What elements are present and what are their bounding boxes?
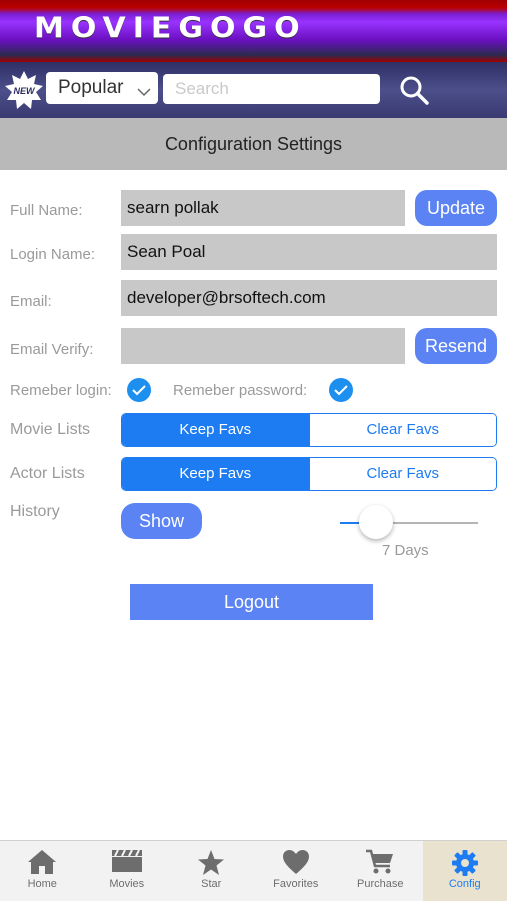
star-icon: [197, 849, 225, 881]
search-icon[interactable]: [398, 74, 430, 106]
category-select[interactable]: Popular: [46, 72, 158, 104]
history-days-value: 7 Days: [382, 542, 429, 559]
actor-lists-segmented: Keep Favs Clear Favs: [121, 457, 497, 491]
clapperboard-icon: [111, 849, 143, 878]
app-header: MOVIEGOGO: [0, 0, 507, 62]
search-input[interactable]: [163, 74, 380, 104]
actor-clear-favs-segment[interactable]: Clear Favs: [309, 458, 497, 490]
email-verify-label: Email Verify:: [10, 341, 93, 358]
remember-password-checkbox[interactable]: [329, 378, 353, 402]
remember-password-label: Remeber password:: [173, 382, 307, 399]
new-badge-icon[interactable]: NEW: [4, 70, 44, 110]
chevron-down-icon: [136, 79, 152, 95]
tab-purchase-label: Purchase: [338, 878, 423, 890]
tab-home[interactable]: Home: [0, 841, 85, 901]
movie-lists-segmented: Keep Favs Clear Favs: [121, 413, 497, 447]
logout-button[interactable]: Logout: [130, 584, 373, 620]
tab-favorites[interactable]: Favorites: [254, 841, 339, 901]
home-icon: [27, 849, 57, 880]
tab-star[interactable]: Star: [169, 841, 254, 901]
resend-button[interactable]: Resend: [415, 328, 497, 364]
tab-purchase[interactable]: Purchase: [338, 841, 423, 901]
app-logo: MOVIEGOGO: [34, 13, 307, 45]
login-name-field[interactable]: Sean Poal: [121, 234, 497, 270]
remember-login-checkbox[interactable]: [127, 378, 151, 402]
email-label: Email:: [10, 293, 52, 310]
actor-lists-label: Actor Lists: [10, 465, 85, 483]
tab-home-label: Home: [0, 878, 85, 890]
show-history-button[interactable]: Show: [121, 503, 202, 539]
heart-icon: [282, 849, 310, 880]
history-slider-thumb[interactable]: [359, 505, 393, 539]
update-button[interactable]: Update: [415, 190, 497, 226]
email-verify-field[interactable]: [121, 328, 405, 364]
tab-favorites-label: Favorites: [254, 878, 339, 890]
tab-bar: Home Movies Star Favorites: [0, 840, 507, 901]
actor-keep-favs-segment[interactable]: Keep Favs: [122, 458, 309, 490]
tab-config-label: Config: [423, 878, 507, 890]
movie-clear-favs-segment[interactable]: Clear Favs: [309, 414, 497, 446]
login-name-label: Login Name:: [10, 246, 95, 263]
tab-star-label: Star: [169, 878, 254, 890]
full-name-field[interactable]: searn pollak: [121, 190, 405, 226]
checkmark-icon: [334, 384, 348, 396]
svg-text:NEW: NEW: [14, 86, 37, 96]
remember-login-label: Remeber login:: [10, 382, 112, 399]
tab-config[interactable]: Config: [423, 841, 507, 901]
movie-lists-label: Movie Lists: [10, 421, 90, 439]
tab-movies[interactable]: Movies: [85, 841, 170, 901]
history-label: History: [10, 503, 60, 521]
checkmark-icon: [132, 384, 146, 396]
tab-movies-label: Movies: [85, 878, 170, 890]
category-select-value: Popular: [58, 77, 124, 98]
page-title: Configuration Settings: [0, 118, 507, 170]
email-field[interactable]: developer@brsoftech.com: [121, 280, 497, 316]
full-name-label: Full Name:: [10, 202, 83, 219]
movie-keep-favs-segment[interactable]: Keep Favs: [122, 414, 309, 446]
cart-icon: [365, 849, 395, 880]
